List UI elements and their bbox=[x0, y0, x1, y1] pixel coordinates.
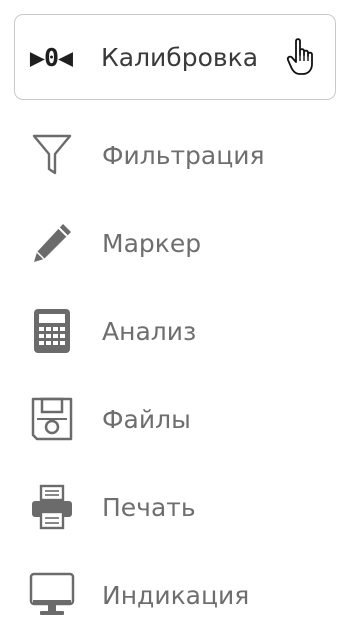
floppy-disk-icon bbox=[28, 395, 76, 443]
menu-item-label: Файлы bbox=[102, 404, 191, 434]
menu-item-label: Печать bbox=[102, 492, 196, 522]
menu-item-print[interactable]: Печать bbox=[14, 464, 334, 550]
printer-icon bbox=[28, 483, 76, 531]
menu-item-filter[interactable]: Фильтрация bbox=[14, 112, 334, 198]
calculator-icon bbox=[28, 307, 76, 355]
menu-item-label: Фильтрация bbox=[102, 140, 265, 170]
menu-item-calibration[interactable]: ▶0◀ Калибровка bbox=[14, 14, 336, 100]
menu-item-marker[interactable]: Маркер bbox=[14, 200, 334, 286]
menu-item-files[interactable]: Файлы bbox=[14, 376, 334, 462]
side-menu: ▶0◀ Калибровка Фильтрация Маркер Анализ … bbox=[0, 0, 341, 640]
pencil-icon bbox=[28, 219, 76, 267]
monitor-icon bbox=[28, 571, 76, 619]
menu-item-label: Калибровка bbox=[101, 42, 259, 72]
calibration-glyph: ▶0◀ bbox=[29, 42, 73, 72]
hand-pointer-icon bbox=[286, 38, 313, 75]
menu-item-label: Анализ bbox=[102, 316, 197, 346]
filter-icon bbox=[28, 131, 76, 179]
menu-item-indication[interactable]: Индикация bbox=[14, 552, 334, 638]
menu-item-label: Маркер bbox=[102, 228, 202, 258]
menu-item-analysis[interactable]: Анализ bbox=[14, 288, 334, 374]
calibration-icon: ▶0◀ bbox=[27, 33, 75, 81]
menu-item-label: Индикация bbox=[102, 580, 250, 610]
